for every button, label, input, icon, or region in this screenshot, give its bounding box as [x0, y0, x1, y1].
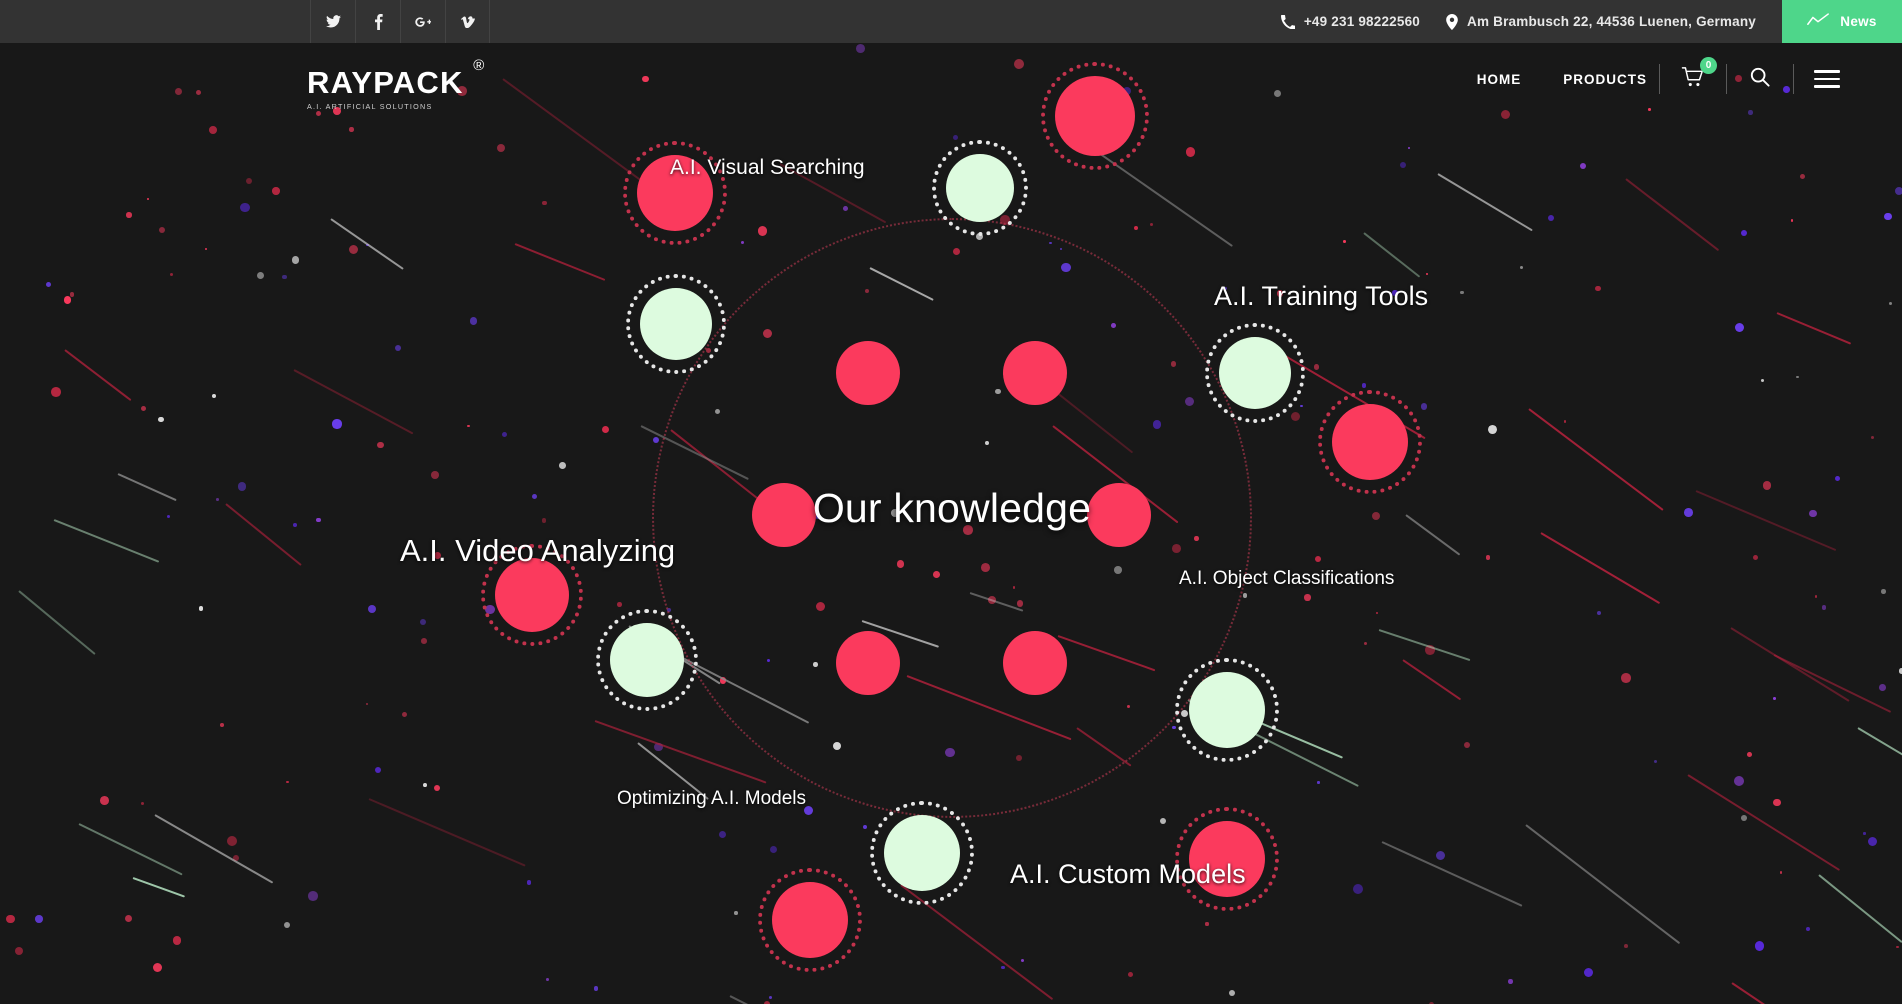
menu-icon-bar	[1814, 85, 1840, 88]
address-text: Am Brambusch 22, 44536 Luenen, Germany	[1467, 14, 1756, 29]
nav-item-products[interactable]: PRODUCTS	[1563, 72, 1647, 87]
tool-divider-3	[1793, 64, 1794, 94]
knowledge-node-mint[interactable]	[610, 623, 684, 697]
menu-icon	[1814, 70, 1840, 88]
social-links	[310, 0, 490, 43]
phone-icon	[1280, 14, 1295, 29]
contact-info: +49 231 98222560 Am Brambusch 22, 44536 …	[1280, 0, 1782, 43]
logo-wordmark: RAYPACK ®	[307, 58, 484, 100]
news-label: News	[1840, 14, 1877, 29]
hero-section: A.I. Visual Searching A.I. Training Tools…	[0, 43, 1902, 1004]
knowledge-node-pink[interactable]	[836, 631, 900, 695]
facebook-icon[interactable]	[355, 0, 400, 43]
knowledge-node-pink[interactable]	[1332, 404, 1408, 480]
knowledge-node-mint[interactable]	[946, 154, 1014, 222]
knowledge-node-pink[interactable]	[1003, 341, 1067, 405]
knowledge-node-mint[interactable]	[1189, 672, 1265, 748]
tool-divider-1	[1659, 64, 1660, 94]
header-tools: 0	[1641, 43, 1842, 115]
primary-nav: HOME PRODUCTS	[1477, 43, 1647, 115]
menu-icon-bar	[1814, 77, 1840, 81]
knowledge-node-pink[interactable]	[772, 882, 848, 958]
cart-count-badge: 0	[1700, 57, 1717, 74]
tool-divider-2	[1726, 64, 1727, 94]
location-pin-icon	[1446, 13, 1458, 30]
knowledge-node-mint[interactable]	[640, 288, 712, 360]
knowledge-node-pink[interactable]	[495, 558, 569, 632]
hero-center-title: Our knowledge	[812, 485, 1092, 531]
top-bar-left-spacer	[0, 0, 310, 43]
hero-label-0: A.I. Visual Searching	[670, 156, 865, 179]
phone-number: +49 231 98222560	[1303, 14, 1421, 29]
top-bar-spacer	[490, 0, 1281, 43]
site-logo[interactable]: RAYPACK ® A.I. ARTIFICIAL SOLUTIONS	[307, 58, 484, 111]
knowledge-node-pink[interactable]	[836, 341, 900, 405]
phone-info[interactable]: +49 231 98222560	[1280, 14, 1421, 29]
news-button[interactable]: News	[1782, 0, 1902, 43]
hero-label-1: A.I. Training Tools	[1214, 281, 1429, 311]
knowledge-node-pink[interactable]	[1055, 76, 1135, 156]
hero-label-5: A.I. Custom Models	[1010, 859, 1246, 889]
knowledge-node-mint[interactable]	[884, 815, 960, 891]
search-icon	[1750, 67, 1770, 92]
menu-button[interactable]	[1812, 64, 1842, 94]
hero-label-3: A.I. Object Classifications	[1179, 568, 1395, 589]
top-bar: +49 231 98222560 Am Brambusch 22, 44536 …	[0, 0, 1902, 43]
cart-button[interactable]: 0	[1678, 57, 1717, 94]
hero-label-2: A.I. Video Analyzing	[400, 533, 676, 568]
search-button[interactable]	[1745, 64, 1775, 94]
logo-tagline: A.I. ARTIFICIAL SOLUTIONS	[307, 102, 433, 111]
vimeo-icon[interactable]	[445, 0, 490, 43]
trend-chart-icon	[1807, 13, 1830, 30]
googleplus-icon[interactable]	[400, 0, 445, 43]
address-info[interactable]: Am Brambusch 22, 44536 Luenen, Germany	[1446, 13, 1756, 30]
registered-trademark-icon: ®	[473, 57, 486, 74]
logo-text: RAYPACK	[307, 65, 464, 100]
knowledge-node-pink[interactable]	[1003, 631, 1067, 695]
knowledge-node-mint[interactable]	[1219, 337, 1291, 409]
menu-icon-bar	[1814, 70, 1840, 73]
nav-item-home[interactable]: HOME	[1477, 72, 1522, 87]
hero-label-4: Optimizing A.I. Models	[617, 788, 807, 809]
twitter-icon[interactable]	[310, 0, 355, 43]
